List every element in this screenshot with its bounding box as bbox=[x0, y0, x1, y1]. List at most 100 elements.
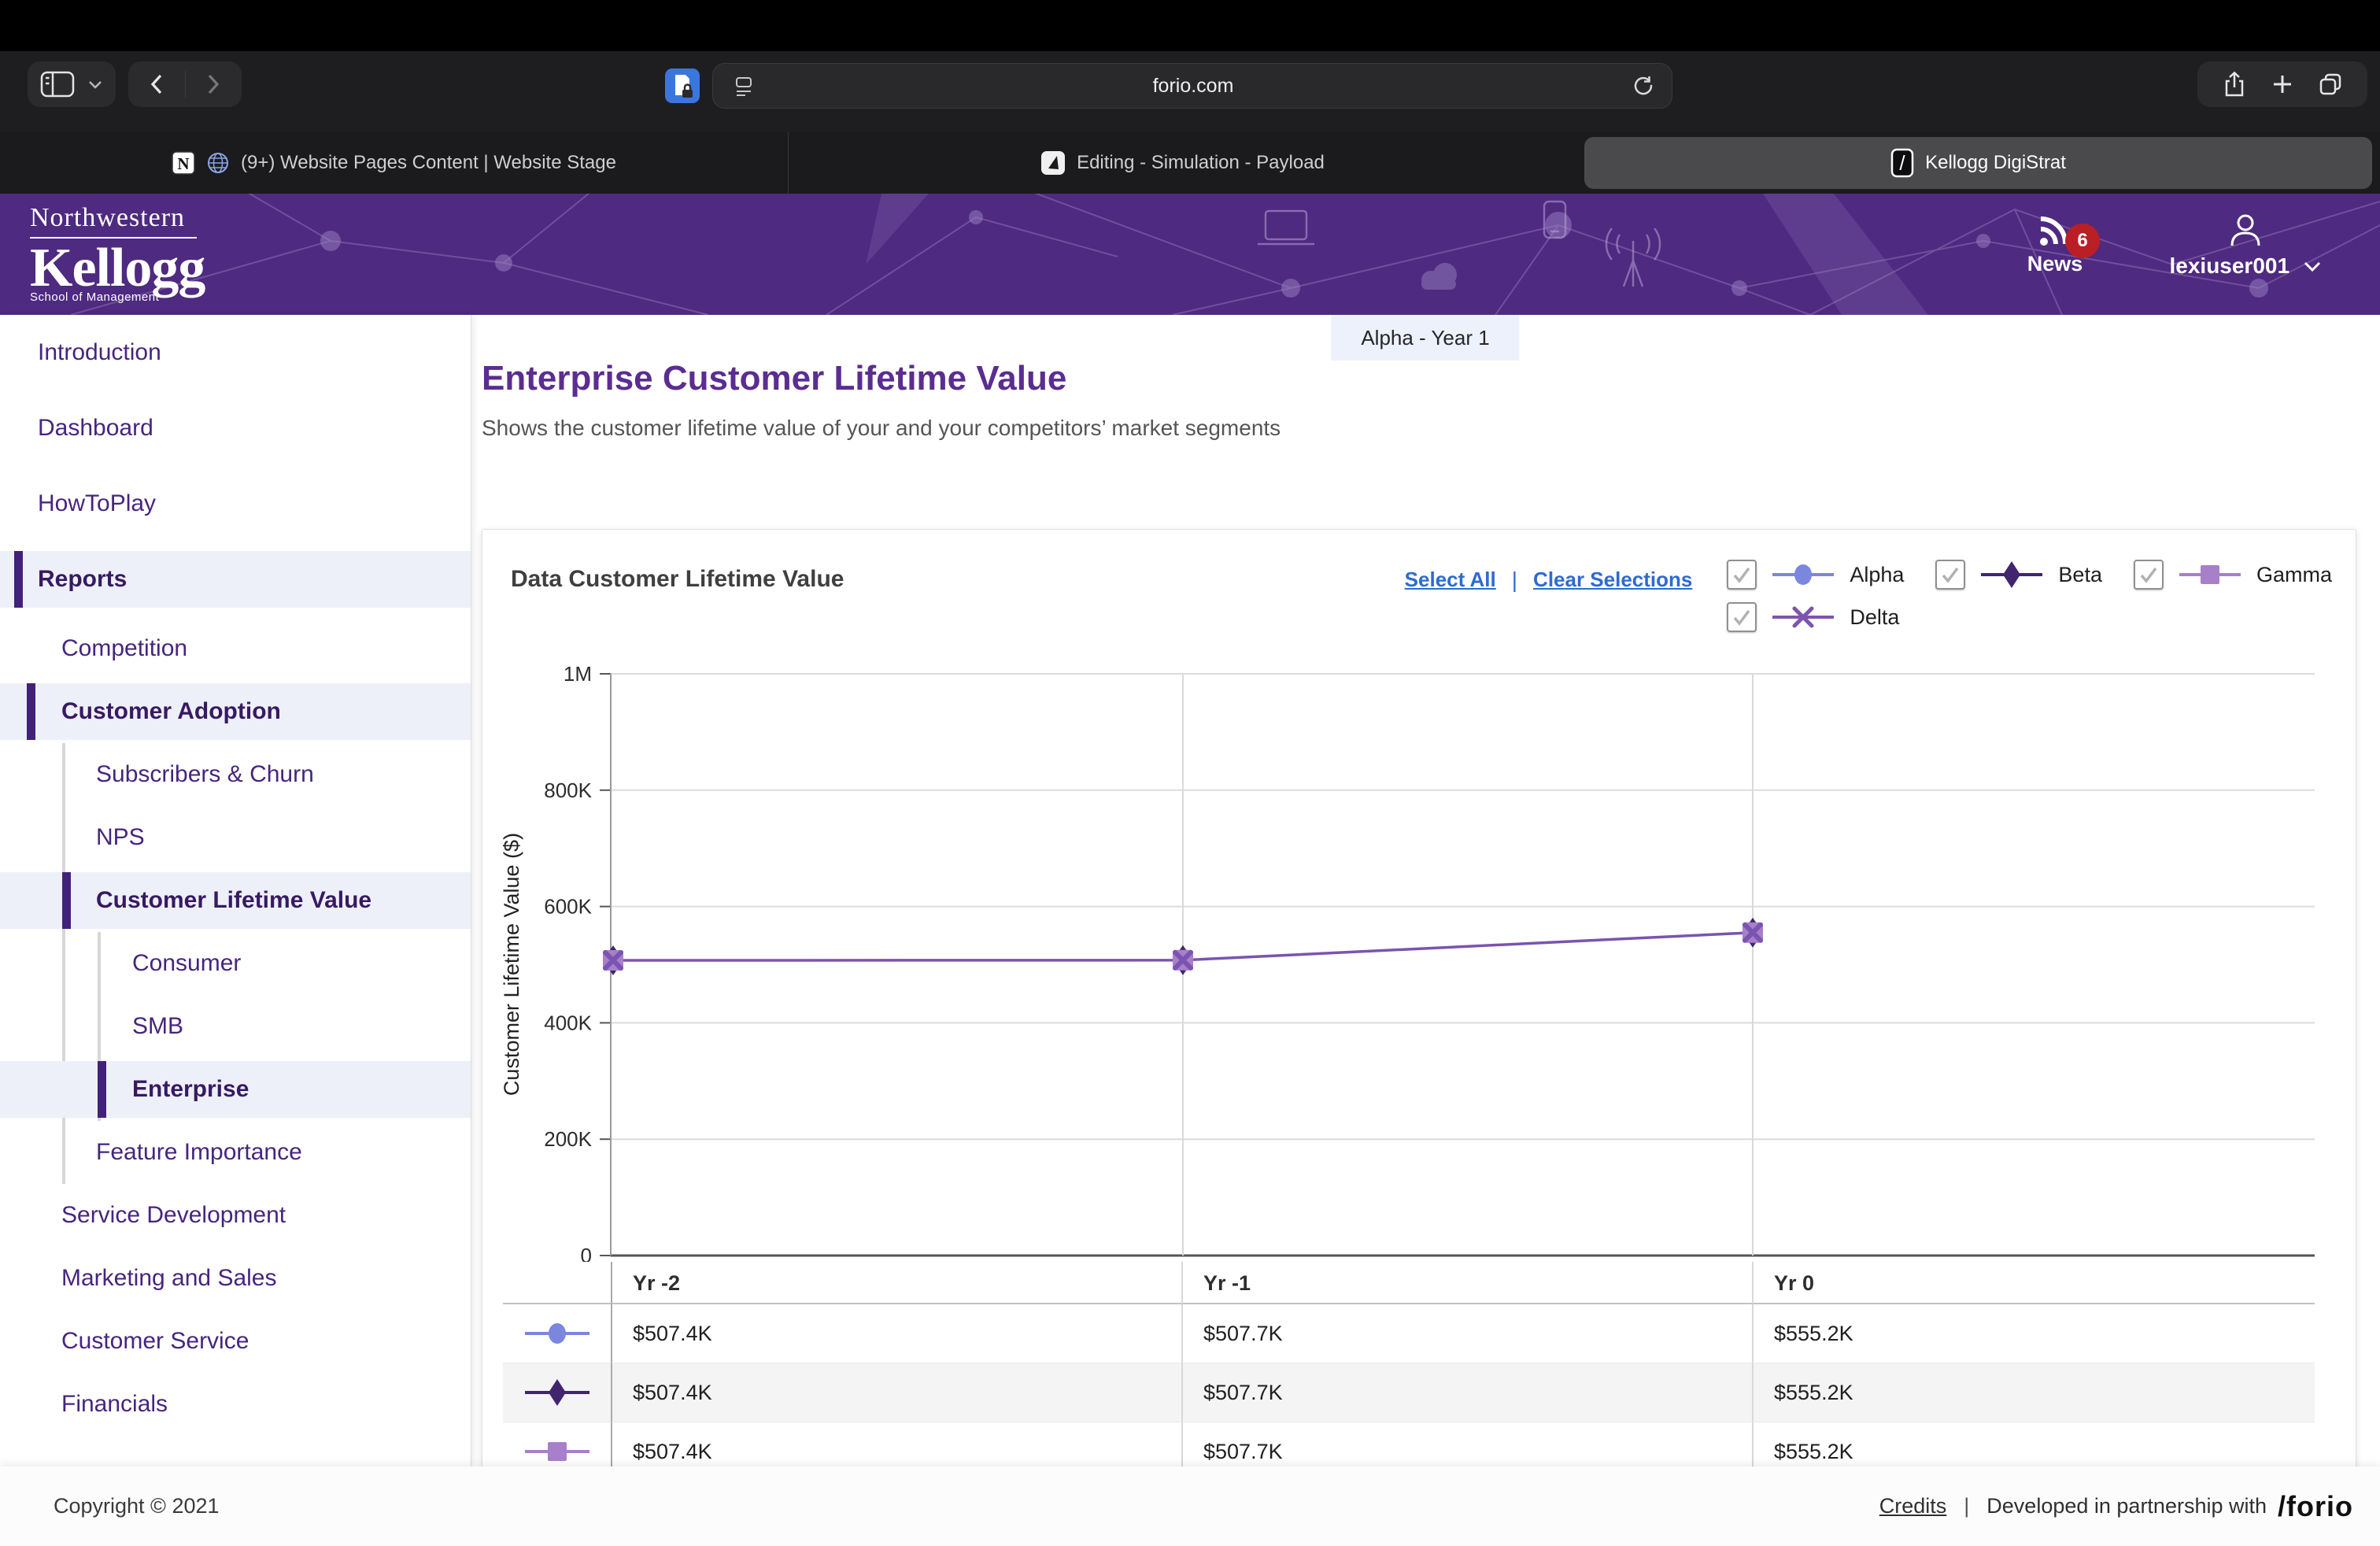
sidebar-item-introduction[interactable]: Introduction bbox=[0, 315, 471, 390]
tab-bar: N (9+) Website Pages Content | Website S… bbox=[0, 132, 2380, 194]
credits-link[interactable]: Credits bbox=[1879, 1494, 1947, 1518]
clv-value-cell: $555.2K bbox=[1752, 1363, 2315, 1422]
beta-marker-icon bbox=[522, 1378, 593, 1407]
tab-label: (9+) Website Pages Content | Website Sta… bbox=[241, 152, 616, 174]
sidebar-toggle-icon bbox=[40, 70, 75, 98]
sidebar-item-dashboard[interactable]: Dashboard bbox=[0, 390, 471, 466]
forward-button[interactable] bbox=[204, 72, 223, 96]
forio-slash-icon: / bbox=[1890, 148, 1914, 178]
reload-icon[interactable] bbox=[1632, 75, 1654, 97]
sidebar-item-consumer[interactable]: Consumer bbox=[0, 932, 471, 995]
new-tab-icon[interactable] bbox=[2271, 73, 2293, 95]
table-header-icon-col bbox=[503, 1262, 611, 1304]
legend-item-alpha[interactable]: Alpha bbox=[1727, 560, 1904, 590]
tab-payload-editing[interactable]: Editing - Simulation - Payload bbox=[788, 132, 1576, 194]
beta-marker-icon bbox=[1978, 560, 2046, 589]
chevron-down-icon bbox=[2303, 261, 2322, 273]
sidebar-item-customer-service[interactable]: Customer Service bbox=[0, 1310, 471, 1373]
sidebar-item-customer-lifetime-value[interactable]: Customer Lifetime Value bbox=[0, 869, 471, 932]
page-subtitle: Shows the customer lifetime value of you… bbox=[482, 416, 1281, 441]
user-menu[interactable]: lexiuser001 bbox=[2147, 213, 2344, 279]
y-tick-label: 200K bbox=[544, 1127, 592, 1151]
main-content: Alpha - Year 1 Enterprise Customer Lifet… bbox=[471, 315, 2380, 1466]
sidebar-item-competition[interactable]: Competition bbox=[0, 617, 471, 680]
clv-value-cell: $555.2K bbox=[1752, 1422, 2315, 1468]
table-row-series-icon-cell bbox=[503, 1304, 611, 1363]
legend-checkbox-gamma[interactable] bbox=[2134, 560, 2164, 590]
browser-toolbar: forio.com bbox=[0, 51, 2380, 132]
y-tick-label: 0 bbox=[581, 1244, 592, 1262]
select-all-link[interactable]: Select All bbox=[1405, 568, 1496, 592]
clv-value-cell: $507.4K bbox=[611, 1304, 1181, 1363]
sidebar-item-howtoplay[interactable]: HowToPlay bbox=[0, 466, 471, 542]
legend-checkbox-alpha[interactable] bbox=[1727, 560, 1757, 590]
sidebar-item-service-development[interactable]: Service Development bbox=[0, 1184, 471, 1247]
sidebar-item-label: Introduction bbox=[0, 339, 161, 366]
legend-label: Beta bbox=[2058, 563, 2102, 587]
tab-kellogg-digistrat[interactable]: / Kellogg DigiStrat bbox=[1584, 137, 2372, 189]
back-button[interactable] bbox=[147, 72, 166, 96]
url-text: forio.com bbox=[754, 75, 1632, 98]
data-point-yr-1 bbox=[1173, 945, 1193, 975]
tab-website-pages[interactable]: N (9+) Website Pages Content | Website S… bbox=[0, 132, 788, 194]
footer-separator: | bbox=[1964, 1494, 1969, 1518]
legend-label: Gamma bbox=[2256, 563, 2332, 587]
reader-mode-icon[interactable] bbox=[734, 76, 754, 97]
legend-checkbox-beta[interactable] bbox=[1935, 560, 1965, 590]
clv-value-cell: $507.7K bbox=[1181, 1422, 1752, 1468]
sidebar-item-nps[interactable]: NPS bbox=[0, 806, 471, 869]
table-column-header: Yr -2 bbox=[611, 1262, 1181, 1304]
y-axis-title: Customer Lifetime Value ($) bbox=[500, 833, 523, 1096]
tab-label: Editing - Simulation - Payload bbox=[1077, 152, 1325, 174]
sidebar-item-label: Feature Importance bbox=[0, 1139, 302, 1166]
logo-kellogg: Kellogg bbox=[30, 240, 205, 297]
table-row-series-icon-cell bbox=[503, 1363, 611, 1422]
sidebar-item-label: Dashboard bbox=[0, 415, 153, 442]
sidebar-item-label: Enterprise bbox=[0, 1076, 249, 1103]
macos-menubar bbox=[0, 0, 2380, 51]
sidebar-item-label: SMB bbox=[0, 1013, 183, 1040]
globe-icon bbox=[206, 151, 230, 175]
user-icon bbox=[2147, 213, 2344, 249]
y-tick-label: 800K bbox=[544, 779, 592, 802]
sidebar-item-marketing-and-sales[interactable]: Marketing and Sales bbox=[0, 1247, 471, 1310]
sidebar-item-label: Subscribers & Churn bbox=[0, 761, 314, 788]
sidebar-item-label: Customer Adoption bbox=[0, 698, 281, 725]
kellogg-logo[interactable]: Northwestern Kellogg School of Managemen… bbox=[30, 203, 205, 304]
sidebar-item-label: Customer Service bbox=[0, 1328, 249, 1355]
forio-logo: /forio bbox=[2278, 1490, 2353, 1523]
sidebar-item-label: Financials bbox=[0, 1391, 168, 1418]
sidebar-toggle-button[interactable] bbox=[28, 61, 116, 107]
sidebar-item-label: Competition bbox=[0, 635, 187, 662]
gamma-marker-icon bbox=[522, 1437, 593, 1466]
clear-selections-link[interactable]: Clear Selections bbox=[1533, 568, 1692, 592]
legend-item-gamma[interactable]: Gamma bbox=[2134, 560, 2332, 590]
sidebar-item-subscribers-churn[interactable]: Subscribers & Churn bbox=[0, 743, 471, 806]
sidebar-item-smb[interactable]: SMB bbox=[0, 995, 471, 1058]
sidebar-item-label: HowToPlay bbox=[0, 490, 156, 517]
sidebar-item-enterprise[interactable]: Enterprise bbox=[0, 1058, 471, 1121]
table-row-series-icon-cell bbox=[503, 1422, 611, 1468]
url-bar[interactable]: forio.com bbox=[712, 63, 1672, 109]
sidebar-item-feature-importance[interactable]: Feature Importance bbox=[0, 1121, 471, 1184]
partnership-text: Developed in partnership with bbox=[1986, 1494, 2267, 1518]
context-badge: Alpha - Year 1 bbox=[1331, 315, 1519, 361]
tab-overview-icon[interactable] bbox=[2319, 72, 2342, 96]
sidebar-item-label: Consumer bbox=[0, 950, 241, 977]
sidebar-item-customer-adoption[interactable]: Customer Adoption bbox=[0, 680, 471, 743]
legend-item-beta[interactable]: Beta bbox=[1935, 560, 2102, 590]
table-column-header: Yr -1 bbox=[1181, 1262, 1752, 1304]
sidebar-item-reports[interactable]: Reports bbox=[0, 542, 471, 617]
clv-value-cell: $507.4K bbox=[611, 1422, 1181, 1468]
share-icon[interactable] bbox=[2223, 71, 2246, 98]
sidebar-item-label: Marketing and Sales bbox=[0, 1265, 277, 1292]
sidebar-nav: Introduction Dashboard HowToPlay Reports Com… bbox=[0, 315, 471, 1466]
password-extension-icon[interactable] bbox=[665, 67, 700, 105]
y-tick-label: 600K bbox=[544, 895, 592, 919]
page-title: Enterprise Customer Lifetime Value bbox=[482, 359, 1066, 398]
sidebar-item-label: Customer Lifetime Value bbox=[0, 887, 371, 914]
alpha-marker-icon bbox=[1769, 560, 1837, 589]
sidebar-item-financials[interactable]: Financials bbox=[0, 1373, 471, 1436]
gamma-marker-icon bbox=[2176, 560, 2244, 589]
news-button[interactable]: News 6 bbox=[2012, 216, 2098, 276]
